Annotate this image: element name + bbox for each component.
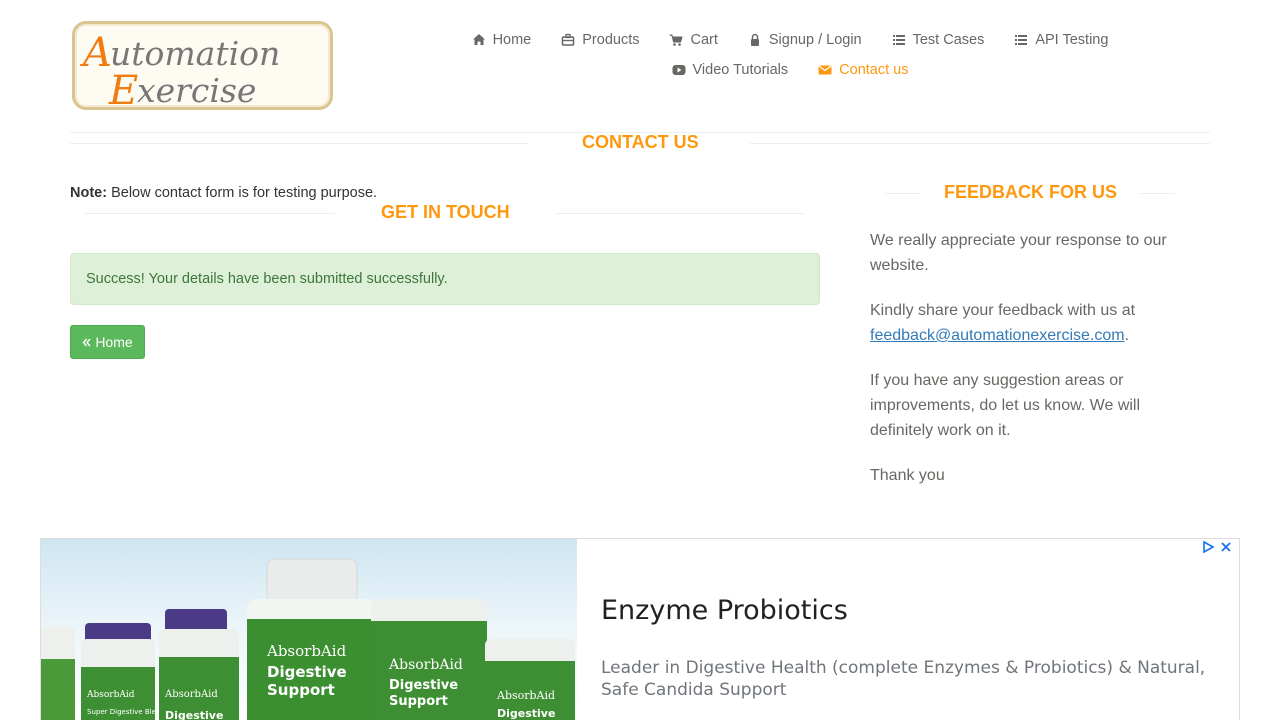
nav-item-label: Video Tutorials (692, 62, 789, 78)
title-rule-right (750, 143, 1210, 144)
logo-line1-initial: A (79, 30, 112, 76)
nav-item-label: Products (582, 32, 640, 48)
home-icon (472, 34, 485, 45)
get-in-touch-rule-right (555, 213, 805, 214)
success-alert: Success! Your details have been submitte… (70, 253, 820, 305)
ad-title[interactable]: Enzyme Probiotics (601, 595, 848, 626)
nav-row-2: Video Tutorials Contact us (440, 60, 1140, 80)
lock-icon (750, 33, 759, 46)
nav-item-products[interactable]: Products (546, 30, 654, 50)
svg-text:AbsorbAid: AbsorbAid (496, 689, 555, 702)
ad-controls (1201, 540, 1233, 554)
success-message: Success! Your details have been submitte… (86, 271, 448, 287)
svg-text:AbsorbAid: AbsorbAid (164, 689, 218, 700)
feedback-rule-left (885, 193, 920, 194)
feedback-email-link[interactable]: feedback@automationexercise.com (870, 327, 1125, 344)
svg-text:Support: Support (267, 681, 335, 699)
svg-text:Support: Support (389, 694, 448, 709)
youtube-play-icon (672, 65, 685, 75)
feedback-share-text: Kindly share your feedback with us at (870, 302, 1136, 319)
logo-line2-initial: E (108, 68, 138, 113)
nav-item-label: Contact us (839, 62, 909, 78)
nav-item-video-tutorials[interactable]: Video Tutorials (657, 60, 804, 80)
feedback-paragraph-2: Kindly share your feedback with us at fe… (870, 298, 1190, 348)
adchoices-icon[interactable] (1201, 540, 1215, 554)
svg-text:Digestive: Digestive (389, 678, 458, 693)
nav-item-label: Home (492, 32, 532, 48)
site-logo[interactable]: A utomation E xercise (72, 21, 333, 113)
feedback-title: Feedback For Us (944, 182, 1118, 202)
ad-product-image[interactable]: AbsorbAid Super Digestive Blend AbsorbAi… (41, 539, 577, 720)
svg-text:Digestive: Digestive (497, 707, 555, 720)
home-button[interactable]: Home (70, 325, 145, 359)
nav-item-contact-us[interactable]: Contact us (803, 60, 923, 80)
ad-jar-brand-1: AbsorbAid (86, 690, 135, 700)
get-in-touch-title: Get In Touch (381, 202, 510, 222)
nav-item-label: API Testing (1035, 32, 1109, 48)
svg-text:AbsorbAid: AbsorbAid (266, 642, 347, 660)
nav-item-api-testing[interactable]: API Testing (999, 30, 1123, 50)
feedback-rule-right (1140, 193, 1175, 194)
nav-item-test-cases[interactable]: Test Cases (877, 30, 1000, 50)
nav-item-signup-login[interactable]: Signup / Login (733, 30, 877, 50)
list-icon (892, 35, 905, 45)
envelope-icon (818, 65, 832, 75)
page-title: Contact Us (582, 132, 699, 152)
briefcase-icon (562, 33, 575, 46)
note-label: Note: (70, 185, 108, 201)
form-note: Note: Below contact form is for testing … (70, 185, 377, 201)
svg-text:Digestive: Digestive (267, 663, 347, 681)
feedback-thanks: Thank you (870, 467, 945, 484)
feedback-paragraph-3: If you have any suggestion areas or impr… (870, 372, 1141, 439)
list-icon (1015, 35, 1028, 45)
nav-item-home[interactable]: Home (457, 30, 547, 50)
ad-description[interactable]: Leader in Digestive Health (complete Enz… (601, 657, 1221, 701)
logo-line2-rest: xercise (137, 71, 256, 110)
double-angle-left-icon (82, 338, 91, 346)
nav-item-label: Cart (690, 32, 718, 48)
nav-item-label: Test Cases (912, 32, 985, 48)
ad-jar-line-1: Super Digestive Blend (87, 708, 165, 716)
title-rule-left (70, 143, 528, 144)
advertisement[interactable]: AbsorbAid Super Digestive Blend AbsorbAi… (40, 538, 1240, 720)
home-button-label: Home (95, 334, 133, 350)
nav-row-1: Home Products Cart Signup / Login Test Cases… (440, 30, 1140, 50)
feedback-paragraph-1: We really appreciate your response to ou… (870, 232, 1167, 274)
feedback-period: . (1124, 327, 1130, 344)
nav-item-label: Signup / Login (768, 32, 862, 48)
note-text: Below contact form is for testing purpos… (107, 185, 378, 201)
main-nav: Home Products Cart Signup / Login Test Cases… (440, 30, 1140, 80)
get-in-touch-rule-left (85, 213, 335, 214)
svg-text:AbsorbAid: AbsorbAid (388, 657, 463, 673)
cart-icon (669, 34, 684, 46)
nav-item-cart[interactable]: Cart (654, 30, 732, 50)
close-icon[interactable] (1219, 540, 1233, 554)
svg-text:Digestive: Digestive (165, 709, 223, 720)
